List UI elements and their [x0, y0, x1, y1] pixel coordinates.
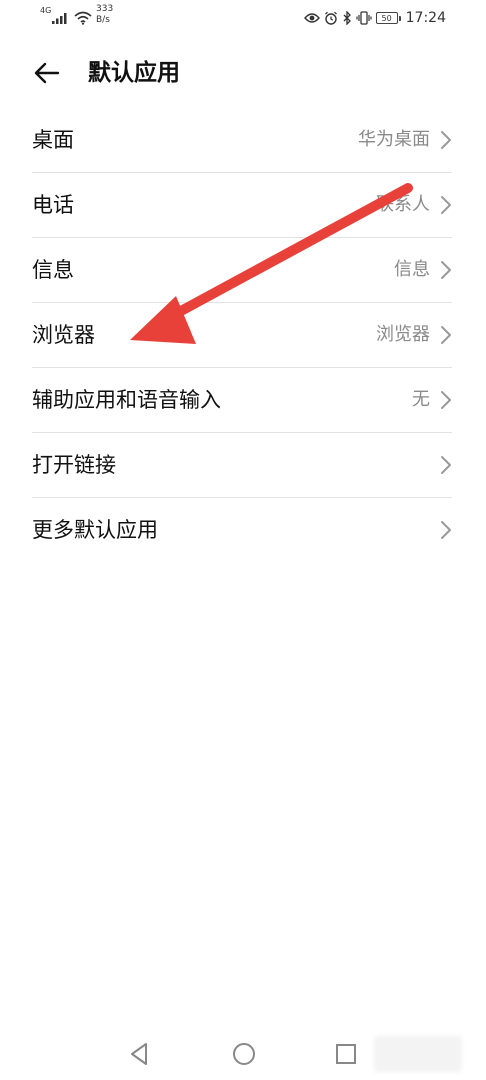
status-right: 50 17:24 [303, 8, 446, 28]
setting-row-phone[interactable]: 电话 联系人 [32, 173, 452, 238]
chevron-right-icon [441, 521, 451, 539]
battery-icon: 50 [375, 12, 401, 24]
signal-icon [52, 13, 67, 24]
recents-square-icon[interactable] [330, 1038, 362, 1070]
network-type: 4G [40, 6, 52, 15]
chevron-right-icon [441, 391, 451, 409]
setting-label: 辅助应用和语音输入 [32, 388, 221, 412]
alarm-icon [324, 11, 338, 25]
setting-row-browser[interactable]: 浏览器 浏览器 [32, 303, 452, 368]
status-bar: 4G 333 B/s 50 17:24 [0, 0, 486, 36]
setting-value: 华为桌面 [358, 129, 430, 150]
chevron-right-icon [441, 456, 451, 474]
setting-value: 信息 [394, 259, 430, 280]
chevron-right-icon [441, 326, 451, 344]
net-speed-value: 333 [96, 4, 114, 14]
setting-row-launcher[interactable]: 桌面 华为桌面 [32, 108, 452, 173]
wifi-icon [74, 11, 92, 25]
chevron-right-icon [441, 131, 451, 149]
bluetooth-icon [342, 11, 352, 25]
settings-list: 桌面 华为桌面 电话 联系人 信息 信息 浏览器 浏览器 辅助应用和语音输入 无… [32, 108, 452, 562]
back-triangle-icon[interactable] [124, 1038, 156, 1070]
back-button[interactable] [32, 58, 62, 88]
setting-row-open-links[interactable]: 打开链接 [32, 433, 452, 498]
setting-label: 更多默认应用 [32, 518, 158, 542]
setting-value: 无 [412, 389, 430, 410]
back-arrow-icon [34, 62, 60, 84]
setting-label: 浏览器 [32, 323, 95, 347]
net-speed: 333 B/s [96, 4, 113, 26]
setting-label: 打开链接 [32, 453, 116, 477]
eye-comfort-icon [303, 12, 320, 24]
home-circle-icon[interactable] [228, 1038, 260, 1070]
vibrate-icon [356, 11, 372, 25]
clock: 17:24 [405, 10, 446, 26]
blurred-watermark [374, 1036, 462, 1072]
chevron-right-icon [441, 261, 451, 279]
setting-label: 电话 [32, 193, 74, 217]
setting-value: 浏览器 [376, 324, 430, 345]
net-speed-unit: B/s [96, 15, 110, 25]
setting-label: 信息 [32, 258, 74, 282]
setting-row-messages[interactable]: 信息 信息 [32, 238, 452, 303]
setting-label: 桌面 [32, 128, 74, 152]
chevron-right-icon [441, 196, 451, 214]
setting-row-more-defaults[interactable]: 更多默认应用 [32, 498, 452, 562]
page-title: 默认应用 [88, 60, 180, 86]
setting-value: 联系人 [376, 194, 430, 215]
app-header: 默认应用 [0, 50, 486, 94]
setting-row-assist-voice[interactable]: 辅助应用和语音输入 无 [32, 368, 452, 433]
